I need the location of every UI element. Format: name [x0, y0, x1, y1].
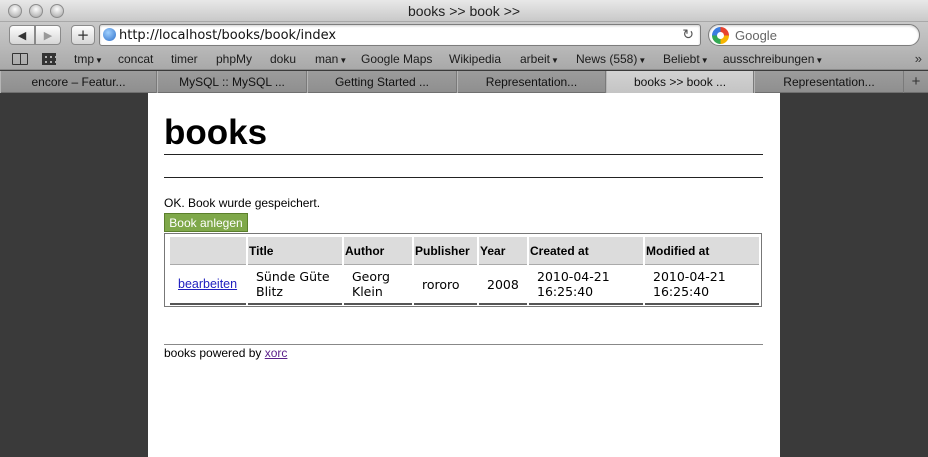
google-icon: [712, 27, 729, 44]
table-cell-created-at: 2010-04-21 16:25:40: [529, 265, 643, 305]
tab-representation-2[interactable]: Representation...: [754, 71, 904, 93]
footer: books powered by xorc: [164, 346, 287, 360]
grid-icon[interactable]: [42, 53, 56, 65]
double-chevron-right-icon[interactable]: »: [915, 51, 922, 66]
add-bookmark-button[interactable]: +: [71, 25, 95, 45]
page-title: books: [164, 113, 268, 152]
window-titlebar: books >> book >>: [0, 0, 928, 22]
bookmark-google-maps[interactable]: Google Maps: [361, 52, 432, 66]
footer-divider: [164, 344, 763, 345]
bookmark-tmp[interactable]: tmp▼: [74, 52, 103, 66]
tab-mysql[interactable]: MySQL :: MySQL ...: [157, 71, 307, 93]
table-cell-author: Georg Klein: [344, 265, 412, 305]
caret-down-icon: ▼: [638, 56, 647, 65]
column-header-author: Author: [344, 237, 412, 265]
column-header-year: Year: [479, 237, 527, 265]
address-bar[interactable]: http://localhost/books/book/index ↻: [99, 24, 701, 46]
bookmark-timer[interactable]: timer: [171, 52, 198, 66]
bookmark-ausschreibungen[interactable]: ausschreibungen▼: [723, 52, 823, 66]
column-header-publisher: Publisher: [414, 237, 477, 265]
search-placeholder[interactable]: Google: [735, 28, 777, 43]
plus-icon: +: [76, 26, 90, 44]
column-header-title: Title: [248, 237, 342, 265]
tab-books[interactable]: books >> book ...: [606, 71, 754, 93]
back-arrow-icon: ◀: [17, 28, 27, 42]
title-text-line: Blitz: [256, 284, 283, 299]
tab-bar: encore – Featur... MySQL :: MySQL ... Ge…: [0, 71, 928, 93]
table-cell-modified-at: 2010-04-21 16:25:40: [645, 265, 759, 305]
author-text-line: Georg: [352, 269, 390, 284]
url-text[interactable]: http://localhost/books/book/index: [119, 28, 336, 43]
author-text-line: Klein: [352, 284, 383, 299]
divider: [164, 177, 763, 178]
tab-encore[interactable]: encore – Featur...: [0, 71, 157, 93]
table-cell-publisher: rororo: [414, 265, 477, 305]
table-cell-action: bearbeiten: [170, 265, 246, 305]
created-time: 16:25:40: [537, 284, 594, 299]
globe-icon: [103, 28, 116, 41]
browser-toolbar: ◀ ▶ + http://localhost/books/book/index …: [0, 22, 928, 48]
bookmark-beliebt[interactable]: Beliebt▼: [663, 52, 709, 66]
edit-link[interactable]: bearbeiten: [178, 277, 237, 291]
reload-icon[interactable]: ↻: [682, 26, 694, 43]
tab-representation-1[interactable]: Representation...: [457, 71, 606, 93]
table-row: bearbeiten Sünde Güte Blitz Georg Klein …: [170, 265, 759, 305]
column-header-modified-at: Modified at: [645, 237, 759, 265]
title-text-line: Sünde Güte: [256, 269, 330, 284]
bookmark-wikipedia[interactable]: Wikipedia: [449, 52, 501, 66]
flash-message: OK. Book wurde gespeichert.: [164, 196, 321, 210]
year-text: 2008: [487, 276, 519, 292]
bookmark-news[interactable]: News (558)▼: [576, 52, 646, 66]
add-book-button[interactable]: Book anlegen: [164, 213, 248, 232]
caret-down-icon: ▼: [95, 56, 103, 65]
search-field[interactable]: Google: [708, 24, 920, 46]
forward-arrow-icon: ▶: [43, 28, 53, 42]
created-date: 2010-04-21: [537, 269, 610, 284]
publisher-text: rororo: [422, 276, 460, 292]
modified-date: 2010-04-21: [653, 269, 726, 284]
modified-time: 16:25:40: [653, 284, 710, 299]
tab-getting-started[interactable]: Getting Started ...: [307, 71, 457, 93]
books-table-frame: Title Author Publisher Year Created at M…: [164, 233, 762, 307]
bookmark-phpmy[interactable]: phpMy: [216, 52, 252, 66]
column-header-created-at: Created at: [529, 237, 643, 265]
new-tab-plus-icon[interactable]: +: [904, 71, 928, 93]
book-icon[interactable]: [12, 53, 28, 65]
books-table: Title Author Publisher Year Created at M…: [168, 237, 761, 305]
caret-down-icon: ▼: [815, 56, 824, 65]
divider: [164, 154, 763, 155]
caret-down-icon: ▼: [551, 56, 559, 65]
bookmark-arbeit[interactable]: arbeit▼: [520, 52, 559, 66]
window-title: books >> book >>: [407, 3, 521, 19]
table-header-row: Title Author Publisher Year Created at M…: [170, 237, 759, 265]
footer-text: books powered by: [164, 346, 265, 360]
bookmark-concat[interactable]: concat: [118, 52, 153, 66]
caret-down-icon: ▼: [700, 56, 709, 65]
forward-button[interactable]: ▶: [35, 25, 61, 45]
bookmark-doku[interactable]: doku: [270, 52, 296, 66]
web-page: books OK. Book wurde gespeichert. Book a…: [148, 93, 780, 457]
back-button[interactable]: ◀: [9, 25, 35, 45]
table-cell-title: Sünde Güte Blitz: [248, 265, 342, 305]
xorc-link[interactable]: xorc: [265, 346, 288, 360]
bookmarks-bar: tmp▼ concat timer phpMy doku man▼ Google…: [0, 48, 928, 70]
table-cell-year: 2008: [479, 265, 527, 305]
column-header-actions: [170, 237, 246, 265]
caret-down-icon: ▼: [339, 56, 348, 65]
bookmark-man[interactable]: man▼: [315, 52, 347, 66]
